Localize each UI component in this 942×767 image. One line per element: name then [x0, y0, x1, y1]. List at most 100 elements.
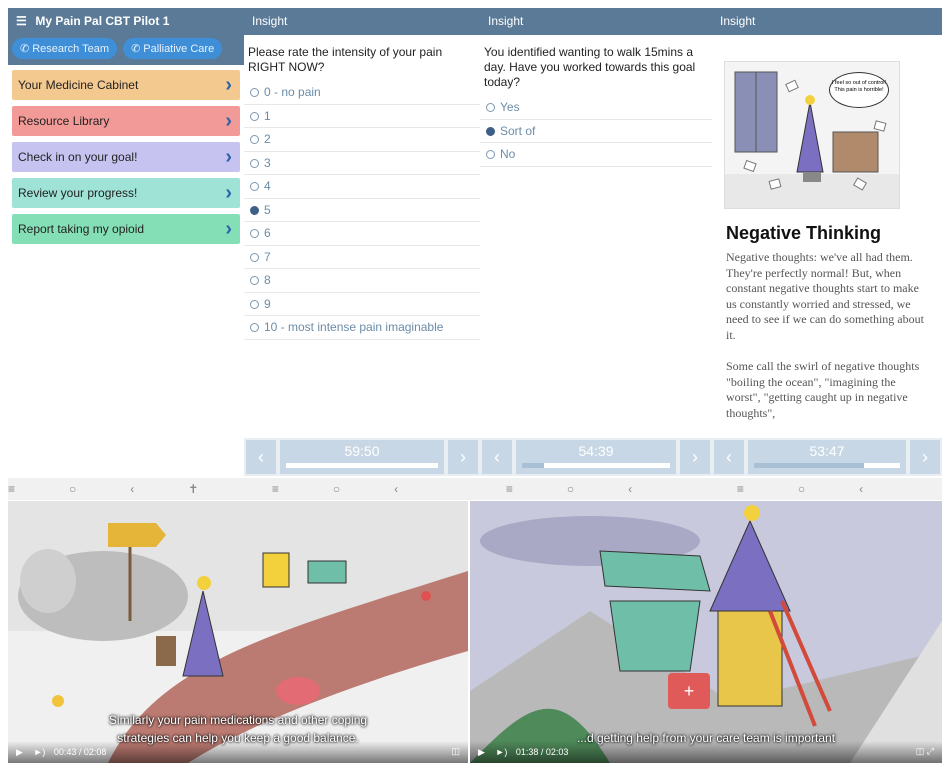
- radio-option[interactable]: 0 - no pain: [244, 81, 480, 105]
- radio-option-label: 6: [264, 226, 271, 240]
- recent-apps-icon[interactable]: ≡: [506, 482, 567, 496]
- prev-button[interactable]: ‹: [246, 440, 276, 474]
- radio-empty-icon[interactable]: [250, 88, 259, 97]
- next-button[interactable]: ›: [680, 440, 710, 474]
- prev-button[interactable]: ‹: [714, 440, 744, 474]
- radio-option[interactable]: 8: [244, 269, 480, 293]
- recent-apps-icon[interactable]: ≡: [737, 482, 798, 496]
- question-nav: ‹ 53:47 ›: [712, 438, 942, 476]
- timer-box: 53:47: [748, 440, 906, 474]
- question-nav: ‹ 54:39 ›: [480, 438, 712, 476]
- video-frame-art: +: [470, 501, 942, 763]
- radio-option[interactable]: 2: [244, 128, 480, 152]
- progress-track: [286, 463, 438, 468]
- video-controls: ▶ ►) 00:43 / 02:08 ◫: [8, 741, 468, 763]
- video-player-1[interactable]: Similarly your pain medications and othe…: [8, 501, 468, 763]
- chevron-right-icon: ›: [225, 182, 232, 204]
- radio-option-label: 7: [264, 249, 271, 264]
- radio-empty-icon[interactable]: [250, 276, 259, 285]
- pain-question: Please rate the intensity of your pain R…: [248, 45, 443, 74]
- goal-check-panel: Insight You identified wanting to walk 1…: [480, 8, 712, 500]
- rock-shape: [20, 549, 76, 613]
- radio-empty-icon[interactable]: [250, 111, 259, 121]
- radio-empty-icon[interactable]: [250, 299, 259, 309]
- video-time: 00:43 / 02:08: [53, 747, 107, 757]
- insight-header: Insight: [712, 8, 942, 35]
- volume-icon[interactable]: ►): [495, 747, 507, 757]
- radio-option[interactable]: 6: [244, 222, 480, 246]
- progress-track: [522, 463, 670, 468]
- radio-selected-icon[interactable]: [486, 126, 495, 136]
- radio-option[interactable]: 1: [244, 105, 480, 128]
- recent-apps-icon[interactable]: ≡: [272, 482, 333, 496]
- next-button[interactable]: ›: [448, 440, 478, 474]
- video-player-2[interactable]: + ...d getting help from your care team …: [470, 501, 942, 763]
- stool-shape: [803, 172, 821, 182]
- menu-item-check-goal[interactable]: Check in on your goal! ›: [12, 142, 240, 172]
- radio-option[interactable]: 4: [244, 175, 480, 199]
- radio-empty-icon[interactable]: [250, 135, 259, 144]
- back-icon[interactable]: ‹: [859, 482, 917, 496]
- menu-item-review-progress[interactable]: Review your progress! ›: [12, 178, 240, 208]
- system-nav-bar: ≡○‹: [480, 478, 712, 500]
- palliative-care-button[interactable]: ✆ Palliative Care: [123, 38, 223, 59]
- goal-options: Yes Sort of No: [480, 96, 712, 167]
- timer-text: 53:47: [809, 443, 845, 459]
- menu-item-resource-library[interactable]: Resource Library ›: [12, 106, 240, 136]
- radio-empty-icon[interactable]: [250, 182, 259, 191]
- timer-text: 59:50: [344, 443, 380, 459]
- recent-apps-icon[interactable]: ≡: [8, 482, 69, 496]
- radio-option[interactable]: 7: [244, 246, 480, 269]
- radio-empty-icon[interactable]: [250, 158, 259, 168]
- radio-option-label: 4: [264, 179, 271, 193]
- radio-option[interactable]: Yes: [480, 96, 712, 120]
- hamburger-icon[interactable]: ☰: [16, 8, 27, 35]
- article-paragraph: Some call the swirl of negative thoughts…: [726, 359, 920, 420]
- character-hair: [197, 576, 211, 590]
- yellow-character: [262, 552, 290, 588]
- home-icon[interactable]: ○: [798, 482, 859, 496]
- radio-empty-icon[interactable]: [250, 323, 259, 332]
- radio-empty-icon[interactable]: [486, 103, 495, 112]
- radio-empty-icon[interactable]: [250, 229, 259, 238]
- back-icon[interactable]: ‹: [394, 482, 452, 496]
- caption-icon[interactable]: ◫: [451, 746, 460, 757]
- radio-empty-icon[interactable]: [486, 150, 495, 159]
- play-icon[interactable]: ▶: [16, 747, 23, 757]
- play-icon[interactable]: ▶: [478, 747, 485, 757]
- progress-fill: [522, 463, 545, 468]
- radio-option[interactable]: 3: [244, 152, 480, 175]
- radio-option[interactable]: 5: [244, 199, 480, 222]
- radio-option-label: 8: [264, 273, 271, 287]
- radio-option-label: No: [500, 147, 516, 161]
- back-icon[interactable]: ‹: [130, 482, 188, 496]
- goal-question: You identified wanting to walk 15mins a …: [484, 45, 696, 89]
- prev-button[interactable]: ‹: [482, 440, 512, 474]
- home-icon[interactable]: ○: [333, 482, 394, 496]
- menu-item-medicine-cabinet[interactable]: Your Medicine Cabinet ›: [12, 70, 240, 100]
- radio-option[interactable]: No: [480, 143, 712, 167]
- fullscreen-icon[interactable]: ◫ ⤢: [916, 746, 934, 757]
- contact-bar: ✆ Research Team ✆ Palliative Care: [8, 35, 244, 65]
- timer-box: 54:39: [516, 440, 676, 474]
- volume-icon[interactable]: ►): [33, 747, 45, 757]
- home-icon[interactable]: ○: [567, 482, 628, 496]
- research-team-button[interactable]: ✆ Research Team: [12, 38, 118, 59]
- backpack-shape: [156, 636, 176, 666]
- radio-option[interactable]: 10 - most intense pain imaginable: [244, 316, 480, 340]
- radio-empty-icon[interactable]: [250, 252, 259, 262]
- radio-option[interactable]: Sort of: [480, 120, 712, 143]
- green-character: [307, 560, 347, 584]
- menu-item-report-opioid[interactable]: Report taking my opioid ›: [12, 214, 240, 244]
- next-button[interactable]: ›: [910, 440, 940, 474]
- insight-header: Insight: [480, 8, 712, 35]
- home-icon[interactable]: ○: [69, 482, 130, 496]
- radio-option[interactable]: 9: [244, 293, 480, 316]
- chevron-right-icon: ›: [225, 218, 232, 240]
- green-character-body: [609, 600, 701, 672]
- radio-selected-icon[interactable]: [250, 205, 259, 215]
- radio-option-label: 0 - no pain: [264, 85, 321, 99]
- accessibility-icon[interactable]: ✝: [188, 482, 244, 496]
- back-icon[interactable]: ‹: [628, 482, 686, 496]
- video-controls: ▶ ►) 01:38 / 02:03 ◫ ⤢: [470, 741, 942, 763]
